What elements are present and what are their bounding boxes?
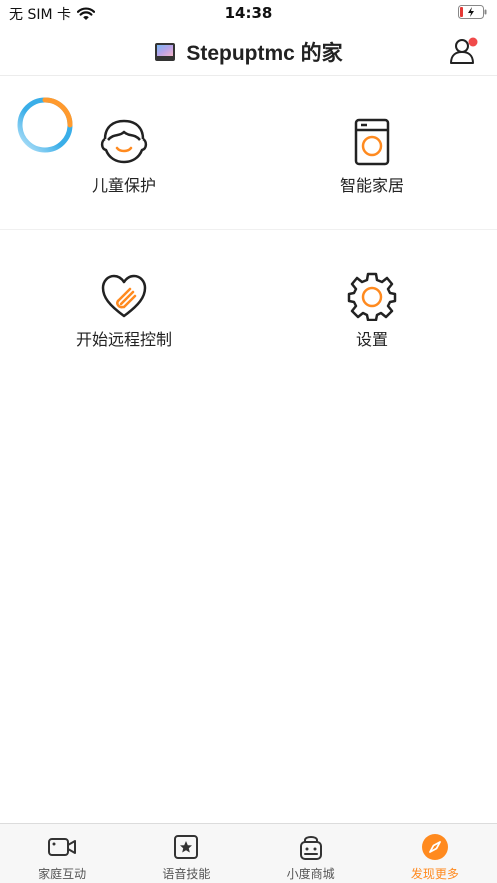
child-face-icon bbox=[100, 119, 148, 164]
star-box-icon bbox=[174, 835, 199, 859]
tab-label: 小度商城 bbox=[286, 867, 335, 881]
video-camera-icon bbox=[48, 838, 77, 856]
notification-dot bbox=[468, 37, 478, 47]
tab-mall[interactable]: 小度商城 bbox=[249, 824, 373, 883]
header: Stepuptmc 的家 bbox=[0, 26, 497, 76]
heart-hand-icon bbox=[101, 274, 147, 318]
tab-family-interaction[interactable]: 家庭互动 bbox=[0, 824, 124, 883]
clock: 14:38 bbox=[224, 4, 273, 22]
smart-home-tile[interactable]: 智能家居 bbox=[248, 77, 496, 229]
user-icon bbox=[450, 37, 478, 64]
tab-label: 家庭互动 bbox=[38, 867, 87, 881]
tile-label: 儿童保护 bbox=[91, 176, 156, 195]
profile-button[interactable] bbox=[448, 35, 480, 67]
washing-machine-icon bbox=[354, 118, 390, 166]
tab-discover-more[interactable]: 发现更多 bbox=[373, 824, 497, 883]
settings-tile[interactable]: 设置 bbox=[248, 231, 496, 384]
tile-label: 开始远程控制 bbox=[75, 330, 172, 349]
status-bar: 无 SIM 卡 14:38 bbox=[0, 0, 497, 26]
shopping-bag-icon bbox=[299, 836, 322, 860]
tab-bar: 家庭互动 语音技能 小度商城 发现更多 bbox=[0, 823, 497, 883]
title-group: Stepuptmc 的家 bbox=[0, 37, 497, 67]
tab-label: 发现更多 bbox=[410, 867, 459, 881]
tab-voice-skills[interactable]: 语音技能 bbox=[124, 824, 248, 883]
tab-label: 语音技能 bbox=[162, 867, 211, 881]
gear-icon bbox=[347, 272, 397, 321]
feature-row: 儿童保护 智能家居 bbox=[0, 77, 497, 230]
page-title: Stepuptmc 的家 bbox=[186, 42, 343, 65]
tile-label: 设置 bbox=[355, 330, 388, 349]
battery-charging-icon bbox=[458, 5, 487, 19]
child-protection-tile[interactable]: 儿童保护 bbox=[0, 77, 248, 229]
device-screen-icon bbox=[155, 43, 176, 61]
compass-icon bbox=[421, 834, 448, 860]
tile-label: 智能家居 bbox=[339, 176, 404, 195]
remote-control-tile[interactable]: 开始远程控制 bbox=[0, 231, 248, 384]
feature-row: 开始远程控制 设置 bbox=[0, 231, 497, 384]
